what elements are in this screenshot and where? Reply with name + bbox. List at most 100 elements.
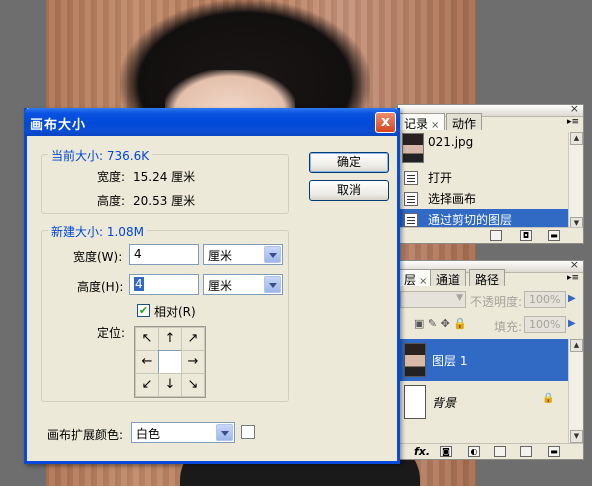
chevron-down-icon: ▼: [456, 293, 463, 303]
new-layer-icon[interactable]: [520, 446, 532, 457]
history-item-open[interactable]: 打开: [398, 167, 568, 189]
scroll-down-icon[interactable]: ▼: [570, 430, 583, 443]
dialog-title: 画布大小: [30, 118, 87, 133]
layers-panel: × 层 × 通道 路径 ▸≡ ▼ 不透明度: 100% ▶ ▣ ✎ ✥ 🔒 填充:…: [397, 258, 584, 460]
trash-icon[interactable]: ▬: [548, 446, 560, 457]
current-size-legend: 当前大小: 736.6K: [48, 147, 153, 164]
group-folder-icon[interactable]: [494, 446, 506, 457]
tab-paths[interactable]: 路径: [469, 269, 506, 287]
current-height-value: 20.53 厘米: [133, 194, 196, 208]
anchor-right[interactable]: →: [181, 350, 205, 374]
relative-label[interactable]: 相对(R): [154, 303, 196, 320]
fill-field[interactable]: 100%: [524, 316, 566, 333]
chevron-down-icon[interactable]: [264, 276, 281, 293]
tab-paths-label: 路径: [475, 273, 500, 287]
panel-menu-icon[interactable]: ▸≡: [567, 273, 579, 283]
anchor-bottom[interactable]: ↓: [158, 373, 182, 397]
extension-color-select[interactable]: 白色: [131, 422, 235, 443]
close-icon[interactable]: ×: [431, 120, 439, 131]
close-icon[interactable]: ×: [570, 258, 579, 271]
fill-label: 填充:: [494, 320, 523, 334]
history-item-label: 打开: [428, 171, 453, 185]
tab-channels[interactable]: 通道: [430, 269, 467, 287]
anchor-top-left[interactable]: ↖: [135, 327, 159, 351]
layers-scrollbar[interactable]: ▲ ▼: [568, 339, 583, 443]
layer-mask-icon[interactable]: ◙: [440, 446, 452, 457]
height-input[interactable]: 4: [129, 274, 199, 295]
close-icon: x: [380, 114, 391, 130]
layer-name: 图层 1: [432, 354, 468, 368]
extension-color-value: 白色: [136, 427, 161, 441]
opacity-field[interactable]: 100%: [524, 291, 566, 308]
chevron-down-icon[interactable]: [264, 246, 281, 263]
fill-arrow-icon[interactable]: ▶: [568, 318, 576, 329]
fx-icon[interactable]: fx.: [414, 445, 430, 458]
history-state-icon: [404, 213, 418, 227]
height-unit-select[interactable]: 厘米: [203, 274, 283, 295]
tab-actions-label: 动作: [452, 117, 477, 131]
history-item-label: 通过剪切的图层: [428, 213, 513, 227]
height-unit-value: 厘米: [208, 279, 233, 293]
ok-button[interactable]: 确定: [309, 152, 389, 173]
width-input[interactable]: 4: [129, 244, 199, 265]
scroll-up-icon[interactable]: ▲: [570, 339, 583, 352]
dialog-titlebar[interactable]: 画布大小 x: [24, 108, 400, 136]
anchor-grid: ↖ ↑ ↗ ← → ↙ ↓ ↘: [134, 326, 206, 398]
relative-checkbox[interactable]: ✔: [137, 304, 150, 317]
layer-name: 背景: [432, 396, 457, 410]
height-input-selected-text: 4: [134, 277, 144, 291]
tab-channels-label: 通道: [436, 273, 461, 287]
snapshot-camera-icon[interactable]: ◘: [520, 230, 532, 241]
anchor-top[interactable]: ↑: [158, 327, 182, 351]
anchor-top-right[interactable]: ↗: [181, 327, 205, 351]
cancel-button[interactable]: 取消: [309, 180, 389, 201]
lock-pixels-icon[interactable]: ▣ ✎ ✥ 🔒: [414, 317, 467, 330]
new-height-label: 高度(H):: [77, 280, 124, 294]
tab-layers-label: 层: [404, 273, 417, 287]
history-scrollbar[interactable]: ▲ ▼: [568, 132, 583, 230]
close-icon[interactable]: ×: [419, 276, 427, 287]
width-unit-select[interactable]: 厘米: [203, 244, 283, 265]
current-height-label: 高度:: [97, 194, 126, 208]
tab-layers[interactable]: 层 ×: [398, 269, 434, 287]
anchor-bottom-left[interactable]: ↙: [135, 373, 159, 397]
current-width-label: 宽度:: [97, 170, 126, 184]
close-button[interactable]: x: [375, 112, 396, 133]
anchor-center[interactable]: [158, 350, 182, 374]
tab-history[interactable]: 记录 ×: [398, 113, 446, 131]
tab-history-label: 记录: [404, 117, 429, 131]
lock-icon: 🔒: [542, 393, 555, 404]
anchor-bottom-right[interactable]: ↘: [181, 373, 205, 397]
history-item-select-canvas[interactable]: 选择画布: [398, 188, 568, 210]
blend-opacity-row: ▼ 不透明度: 100% ▶: [398, 289, 583, 311]
new-width-label: 宽度(W):: [73, 250, 123, 264]
close-icon[interactable]: ×: [570, 102, 579, 115]
layer-thumbnail: [404, 385, 426, 419]
trash-icon[interactable]: ▬: [548, 230, 560, 241]
layer-thumbnail: [404, 343, 426, 377]
blend-mode-select[interactable]: ▼: [400, 291, 466, 308]
layer-row-layer-1[interactable]: 图层 1: [398, 339, 568, 381]
history-panel: × 记录 × 动作 ▸≡ 021.jpg 打开 选择画布 通过剪切的图层 ▲ ▼ …: [397, 102, 584, 244]
history-state-icon: [404, 192, 418, 206]
snapshot-thumbnail: [402, 133, 424, 163]
new-document-icon[interactable]: [490, 230, 502, 241]
tab-actions[interactable]: 动作: [446, 113, 483, 131]
layer-row-background[interactable]: 背景 🔒: [398, 381, 568, 423]
history-item-label: 选择画布: [428, 192, 477, 206]
canvas-size-dialog: 画布大小 x 当前大小: 736.6K 宽度: 15.24 厘米 高度: 20.…: [24, 108, 400, 464]
adjustment-layer-icon[interactable]: ◐: [468, 446, 480, 457]
current-width-value: 15.24 厘米: [133, 170, 196, 184]
panel-menu-icon[interactable]: ▸≡: [567, 117, 579, 127]
lock-fill-row: ▣ ✎ ✥ 🔒 填充: 100% ▶: [398, 314, 583, 336]
opacity-arrow-icon[interactable]: ▶: [568, 293, 576, 304]
history-bottom-bar: ◘ ▬: [398, 227, 583, 243]
anchor-left[interactable]: ←: [135, 350, 159, 374]
chevron-down-icon[interactable]: [216, 424, 233, 441]
opacity-label: 不透明度:: [470, 295, 523, 309]
width-unit-value: 厘米: [208, 249, 233, 263]
color-swatch[interactable]: [241, 425, 255, 439]
snapshot-name: 021.jpg: [428, 135, 474, 149]
scroll-up-icon[interactable]: ▲: [570, 132, 583, 145]
new-size-legend: 新建大小: 1.08M: [48, 223, 147, 240]
